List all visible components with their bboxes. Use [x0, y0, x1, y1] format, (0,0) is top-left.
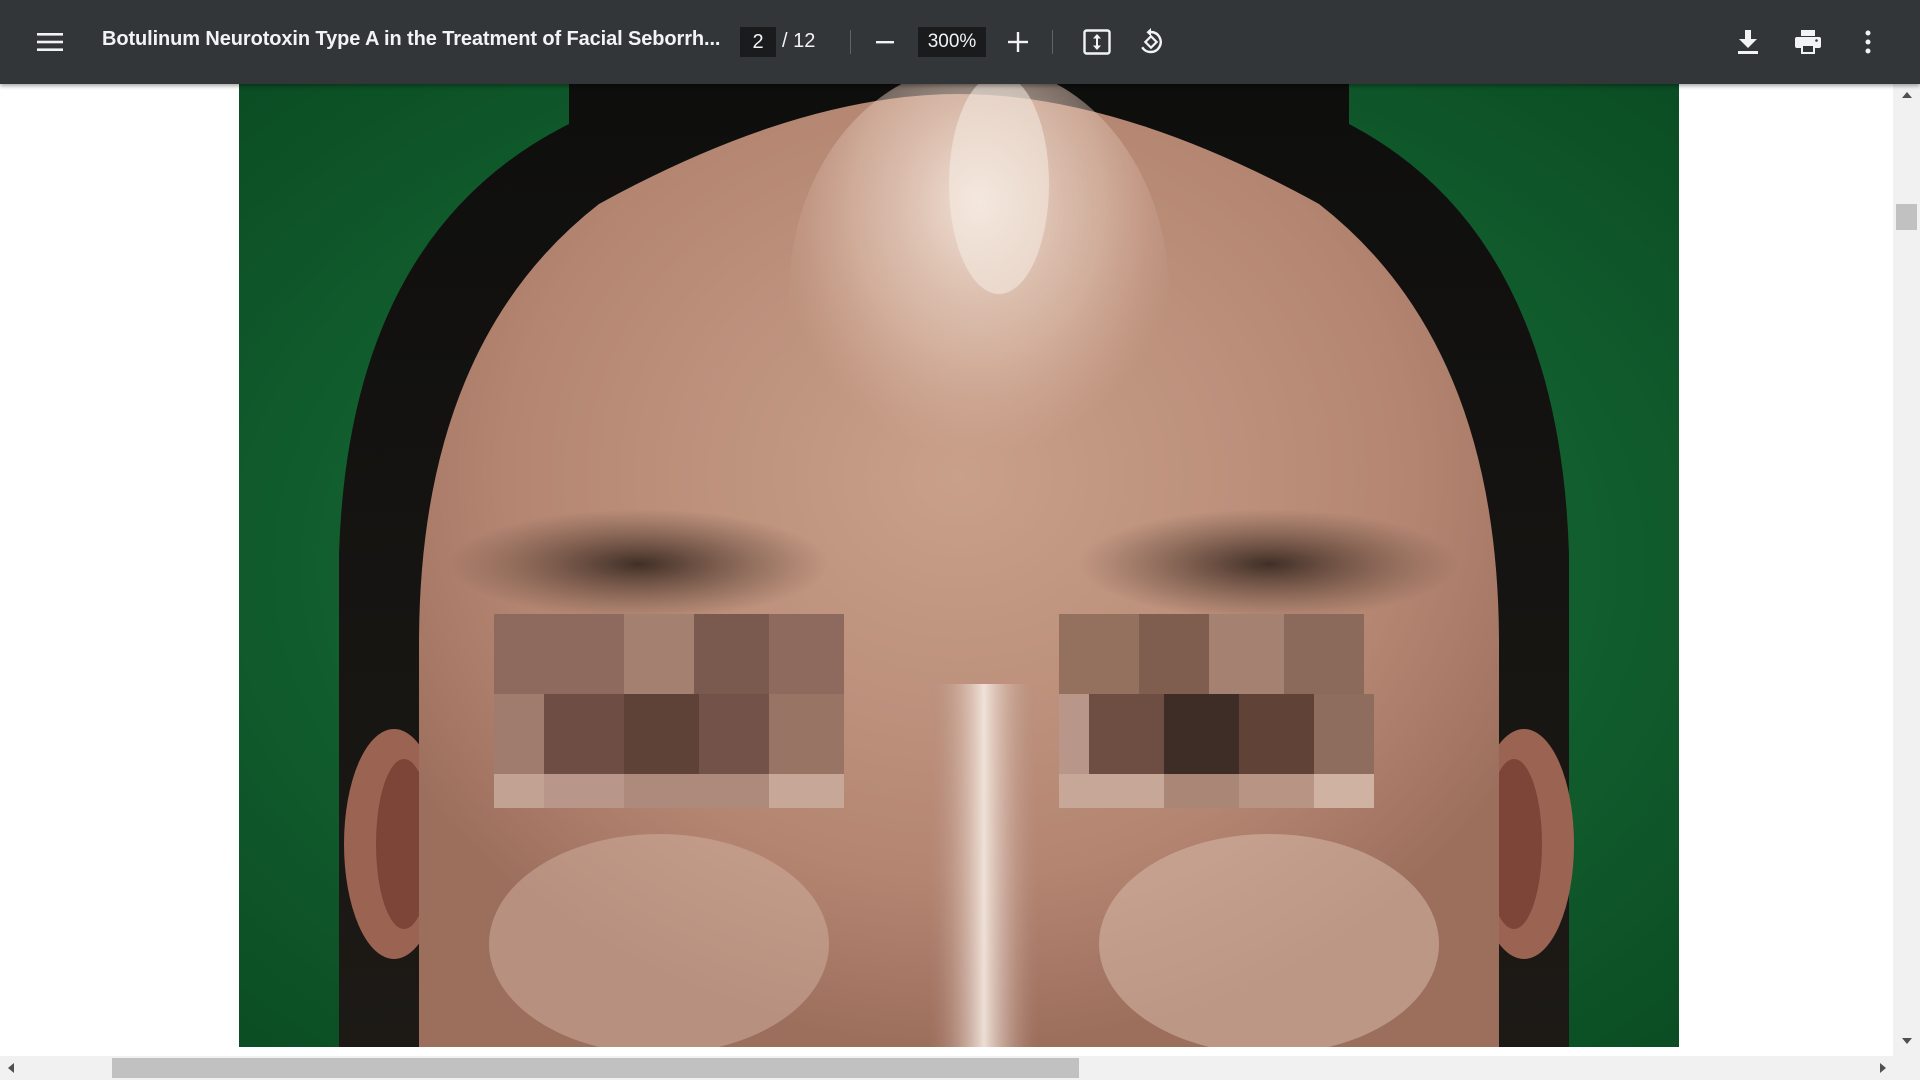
rotate-counterclockwise-icon — [1141, 28, 1162, 54]
toolbar-divider — [1052, 30, 1053, 54]
page-count: / 12 — [782, 30, 816, 52]
print-icon — [1795, 30, 1821, 54]
scroll-right-arrow-icon[interactable] — [1880, 1063, 1886, 1073]
rotate-button[interactable] — [1127, 18, 1175, 66]
zoom-in-button[interactable] — [994, 18, 1042, 66]
fit-to-page-icon — [1083, 29, 1111, 55]
plus-icon — [1008, 32, 1028, 52]
vertical-scrollbar[interactable] — [1893, 84, 1920, 1056]
document-title: Botulinum Neurotoxin Type A in the Treat… — [102, 28, 721, 50]
right-eye-pixelation — [1059, 614, 1374, 808]
hamburger-menu-icon[interactable] — [26, 18, 74, 66]
print-button[interactable] — [1784, 18, 1832, 66]
minus-icon — [876, 41, 894, 44]
fit-to-page-button[interactable] — [1073, 18, 1121, 66]
more-vertical-icon — [1865, 30, 1871, 54]
horizontal-scroll-thumb[interactable] — [112, 1058, 1079, 1078]
download-icon — [1738, 30, 1758, 54]
scroll-left-arrow-icon[interactable] — [8, 1063, 14, 1073]
scroll-down-arrow-icon[interactable] — [1902, 1038, 1912, 1044]
zoom-level-input[interactable] — [918, 27, 986, 57]
vertical-scroll-thumb[interactable] — [1896, 204, 1917, 230]
more-actions-button[interactable] — [1844, 18, 1892, 66]
horizontal-scrollbar[interactable] — [0, 1056, 1920, 1080]
pdf-viewport[interactable] — [0, 84, 1893, 1056]
toolbar-divider — [850, 30, 851, 54]
page-number-input[interactable] — [740, 27, 776, 57]
left-eye-pixelation — [494, 614, 844, 808]
pdf-toolbar: Botulinum Neurotoxin Type A in the Treat… — [0, 0, 1920, 84]
scroll-up-arrow-icon[interactable] — [1902, 92, 1912, 98]
clinical-face-photo — [239, 84, 1679, 1047]
download-button[interactable] — [1724, 18, 1772, 66]
zoom-out-button[interactable] — [861, 18, 909, 66]
